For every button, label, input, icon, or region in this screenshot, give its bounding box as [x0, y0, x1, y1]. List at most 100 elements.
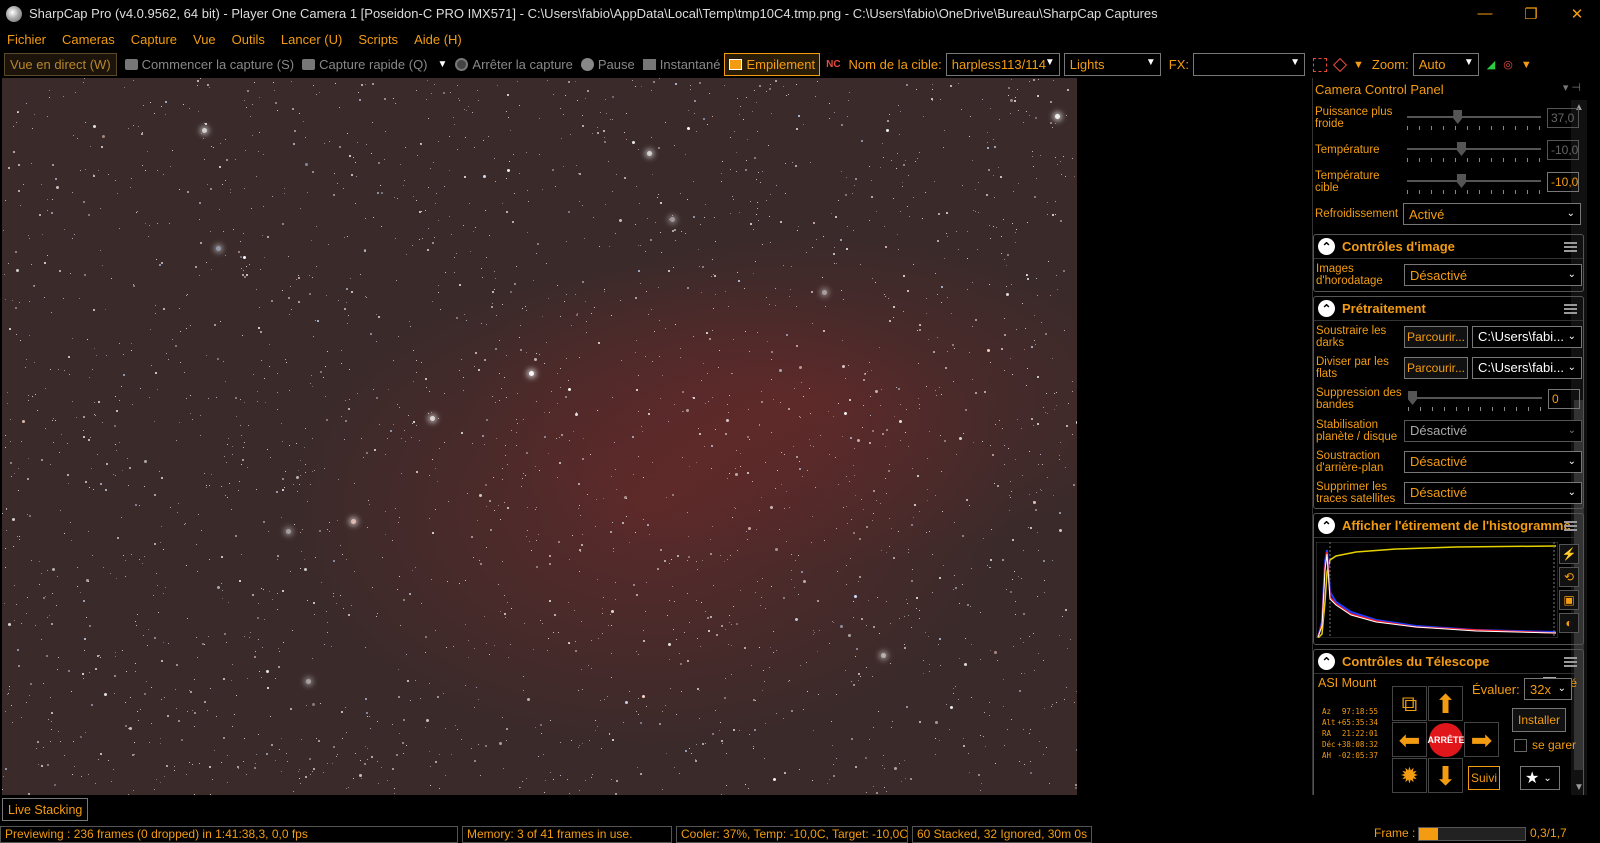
- selection-rect-icon[interactable]: [1313, 57, 1327, 72]
- cooler-power-slider[interactable]: [1407, 106, 1541, 130]
- collapse-icon[interactable]: ⌃: [1318, 300, 1335, 317]
- timer-icon[interactable]: ◎: [1503, 58, 1513, 71]
- fx-dropdown[interactable]: ▼: [1193, 53, 1305, 76]
- hamburger-menu-icon[interactable]: [1564, 242, 1577, 252]
- histogram-header[interactable]: ⌃ Afficher l'étirement de l'histogramme: [1314, 514, 1583, 538]
- collapse-icon[interactable]: ⌃: [1318, 517, 1335, 534]
- live-stacking-tab[interactable]: Live Stacking: [2, 798, 89, 821]
- north-arrow-button[interactable]: ⬆: [1428, 686, 1463, 721]
- star: [451, 234, 452, 235]
- collapse-icon[interactable]: ⌃: [1318, 653, 1335, 670]
- west-arrow-button[interactable]: ⬅: [1392, 722, 1427, 757]
- sun-target-icon[interactable]: ✹: [1392, 758, 1427, 793]
- install-button[interactable]: Installer: [1512, 708, 1566, 732]
- star: [394, 197, 395, 198]
- goto-spiral-icon[interactable]: ⧉: [1392, 686, 1427, 721]
- image-viewport[interactable]: [0, 78, 1310, 795]
- star: [873, 490, 875, 492]
- star: [754, 729, 756, 731]
- star: [90, 146, 91, 147]
- star: [407, 680, 409, 682]
- menu-lancer[interactable]: Lancer (U): [276, 32, 347, 47]
- star: [184, 524, 185, 525]
- live-view-button[interactable]: Vue en direct (W): [4, 53, 117, 76]
- zoom-dropdown[interactable]: Auto ▼: [1412, 53, 1479, 76]
- star: [30, 683, 32, 685]
- frame-type-dropdown[interactable]: Lights ▼: [1063, 53, 1161, 76]
- stop-button[interactable]: ARRÊTE: [1428, 723, 1465, 757]
- image-controls-header[interactable]: ⌃ Contrôles d'image: [1314, 235, 1583, 259]
- hamburger-menu-icon[interactable]: [1564, 304, 1577, 314]
- stop-capture-button[interactable]: Arrêter la capture: [451, 53, 576, 76]
- star: [16, 334, 17, 335]
- target-temperature-slider[interactable]: [1407, 170, 1541, 194]
- star: [370, 333, 372, 335]
- contrast-icon[interactable]: ◐: [1559, 613, 1579, 633]
- star: [542, 189, 543, 190]
- banding-slider[interactable]: [1408, 387, 1542, 411]
- slider-knob[interactable]: [1453, 110, 1463, 124]
- menu-outils[interactable]: Outils: [227, 32, 270, 47]
- timestamp-select[interactable]: Désactivé ⌄: [1404, 264, 1582, 286]
- satellite-select[interactable]: Désactivé ⌄: [1404, 481, 1582, 504]
- chevron-down-icon[interactable]: ▼: [1521, 59, 1532, 71]
- rate-select[interactable]: 32x ⌄: [1524, 678, 1572, 700]
- snapshot-button[interactable]: Instantané: [639, 53, 725, 76]
- menu-aide[interactable]: Aide (H): [409, 32, 467, 47]
- histogram-icon[interactable]: ◢: [1487, 58, 1495, 71]
- menu-cameras[interactable]: Cameras: [57, 32, 120, 47]
- pause-button[interactable]: Pause: [577, 53, 639, 76]
- preprocessing-header[interactable]: ⌃ Prétraitement: [1314, 297, 1583, 321]
- star: [611, 476, 612, 477]
- star: [147, 645, 148, 646]
- slider-knob[interactable]: [1457, 174, 1466, 188]
- star: [1076, 421, 1077, 424]
- stabilization-select[interactable]: Désactivé ⌄: [1404, 419, 1582, 442]
- reset-icon[interactable]: ⟲: [1559, 567, 1579, 587]
- rate-label: Évaluer:: [1472, 682, 1520, 697]
- slider-knob[interactable]: [1408, 391, 1417, 405]
- chevron-down-icon[interactable]: ▼: [438, 59, 448, 70]
- lightning-icon[interactable]: ⚡: [1559, 544, 1579, 564]
- banding-input[interactable]: 0: [1548, 389, 1580, 409]
- star: [374, 449, 376, 451]
- telescope-header[interactable]: ⌃ Contrôles du Télescope: [1314, 650, 1583, 674]
- star: [736, 623, 738, 625]
- flats-path-select[interactable]: C:\Users\fabi... ⌄: [1472, 356, 1582, 379]
- target-name-dropdown[interactable]: harpless113/114 ▼: [945, 53, 1060, 76]
- south-arrow-button[interactable]: ⬇: [1428, 758, 1463, 793]
- close-button[interactable]: ✕: [1554, 0, 1600, 27]
- collapse-icon[interactable]: ⌃: [1318, 238, 1335, 255]
- pin-icon[interactable]: ▾ ⊣: [1563, 81, 1581, 94]
- park-checkbox[interactable]: se garer: [1514, 738, 1576, 752]
- star-target-dropdown[interactable]: ★ ⌄: [1520, 766, 1560, 790]
- minimize-button[interactable]: —: [1462, 0, 1508, 27]
- cooling-select[interactable]: Activé ⌄: [1403, 203, 1581, 225]
- hamburger-menu-icon[interactable]: [1564, 657, 1577, 667]
- target-temperature-input[interactable]: -10,0: [1547, 172, 1579, 192]
- save-icon[interactable]: ▣: [1559, 590, 1579, 610]
- east-arrow-button[interactable]: ➡: [1464, 722, 1499, 757]
- menu-vue[interactable]: Vue: [188, 32, 221, 47]
- star: [727, 404, 728, 405]
- chevron-down-icon[interactable]: ▼: [1353, 59, 1364, 71]
- stacking-button[interactable]: Empilement: [724, 53, 821, 76]
- histogram-display[interactable]: ⚡ ⟲ ▣ ◐: [1316, 542, 1583, 642]
- star: [799, 416, 800, 417]
- reticle-icon[interactable]: [1332, 57, 1348, 72]
- tracking-button[interactable]: Suivi: [1468, 766, 1500, 790]
- star: [5, 435, 6, 436]
- darks-browse-button[interactable]: Parcourir...: [1404, 325, 1468, 348]
- flats-browse-button[interactable]: Parcourir...: [1404, 356, 1468, 379]
- no-camera-icon[interactable]: NC: [826, 59, 840, 70]
- darks-path-select[interactable]: C:\Users\fabi... ⌄: [1472, 325, 1582, 348]
- menu-capture[interactable]: Capture: [126, 32, 182, 47]
- checkbox-unchecked-icon[interactable]: [1514, 738, 1527, 752]
- start-capture-button[interactable]: Commencer la capture (S): [121, 53, 298, 76]
- hamburger-menu-icon[interactable]: [1564, 521, 1577, 531]
- menu-fichier[interactable]: Fichier: [2, 32, 51, 47]
- quick-capture-button[interactable]: Capture rapide (Q) ▼: [298, 53, 451, 76]
- restore-button[interactable]: ❐: [1508, 0, 1554, 27]
- background-select[interactable]: Désactivé ⌄: [1404, 450, 1582, 473]
- menu-scripts[interactable]: Scripts: [353, 32, 403, 47]
